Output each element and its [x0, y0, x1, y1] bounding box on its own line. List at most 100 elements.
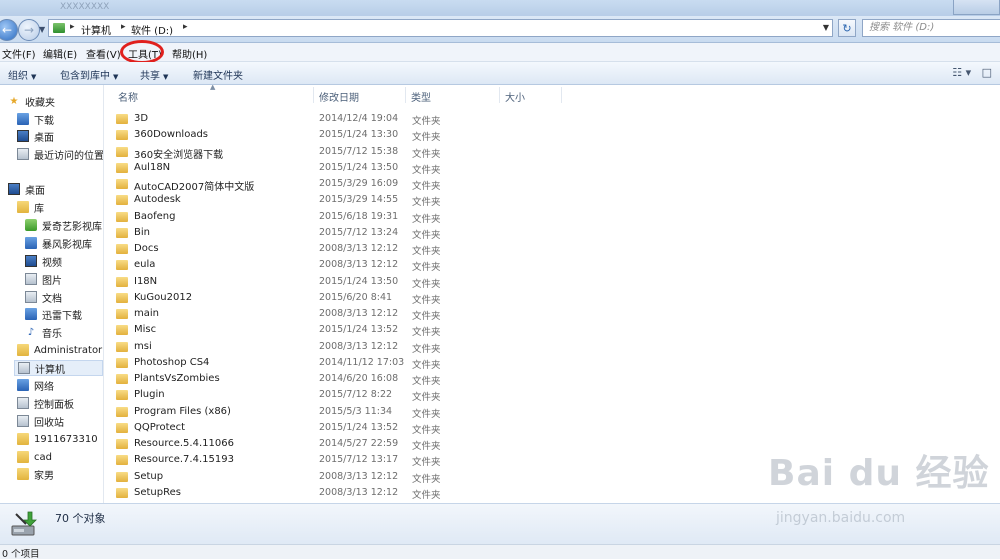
- folder-icon: [116, 162, 128, 173]
- file-row[interactable]: Program Files (x86) 2015/5/3 11:34 文件夹: [116, 404, 556, 420]
- file-row[interactable]: 360安全浏览器下载 2015/7/12 15:38 文件夹: [116, 144, 556, 161]
- nav-item-pictures[interactable]: 图片: [25, 271, 62, 287]
- file-date: 2015/1/24 13:52: [319, 324, 399, 336]
- file-date: 2008/3/13 12:12: [319, 308, 399, 319]
- file-name: Resource.7.4.15193: [134, 454, 234, 466]
- share-button[interactable]: 共享 ▼: [140, 67, 168, 82]
- file-name: AutoCAD2007简体中文版: [134, 182, 255, 193]
- file-name: Program Files (x86): [134, 405, 231, 417]
- nav-item-music[interactable]: ♪ 音乐: [25, 324, 62, 340]
- address-row: ← → ▼ ▸ 计算机 ▸ 软件 (D:) ▸ ▼ ↻ 搜索 软件 (D:): [0, 16, 1000, 43]
- back-button[interactable]: ←: [0, 19, 18, 41]
- include-in-library-label: 包含到库中: [60, 71, 110, 82]
- refresh-button[interactable]: ↻: [838, 19, 856, 37]
- recent-pages-dropdown[interactable]: ▼: [39, 25, 45, 34]
- file-row[interactable]: 3D 2014/12/4 19:04 文件夹: [116, 111, 556, 127]
- breadcrumb-separator-icon[interactable]: ▸: [121, 22, 126, 32]
- file-row[interactable]: PlantsVsZombies 2014/6/20 16:08 文件夹: [116, 371, 556, 387]
- nav-item-recent-places[interactable]: 最近访问的位置: [17, 146, 104, 162]
- file-row[interactable]: Resource.7.4.15193 2015/7/12 13:17 文件夹: [116, 452, 556, 468]
- file-row[interactable]: Resource.5.4.11066 2014/5/27 22:59 文件夹: [116, 436, 556, 452]
- search-input[interactable]: 搜索 软件 (D:): [862, 19, 1000, 37]
- file-row[interactable]: Setup 2008/3/13 12:12 文件夹: [116, 469, 556, 485]
- file-row[interactable]: Autodesk 2015/3/29 14:55 文件夹: [116, 192, 556, 208]
- column-divider[interactable]: [499, 87, 500, 103]
- nav-item-recycle-bin[interactable]: 回收站: [17, 413, 64, 429]
- menu-help[interactable]: 帮助(H): [172, 46, 207, 61]
- file-date: 2015/7/12 15:38: [319, 145, 399, 157]
- nav-item-thunder-downloads[interactable]: 迅雷下载: [25, 306, 82, 322]
- nav-item-computer[interactable]: 计算机: [14, 360, 103, 376]
- address-dropdown-icon[interactable]: ▼: [823, 23, 829, 32]
- file-row[interactable]: msi 2008/3/13 12:12 文件夹: [116, 339, 556, 355]
- nav-desktop[interactable]: 桌面: [8, 181, 45, 197]
- nav-item-folder-jianan[interactable]: 家男: [17, 466, 54, 482]
- nav-item-documents[interactable]: 文档: [25, 289, 62, 305]
- file-row[interactable]: Bin 2015/7/12 13:24 文件夹: [116, 225, 556, 241]
- address-bar[interactable]: ▸ 计算机 ▸ 软件 (D:) ▸ ▼: [48, 19, 833, 37]
- nav-favorites[interactable]: ★ 收藏夹: [8, 93, 55, 109]
- nav-item-baofeng-library[interactable]: 暴风影视库: [25, 235, 92, 251]
- breadcrumb-separator-icon[interactable]: ▸: [70, 22, 75, 32]
- forward-button[interactable]: →: [18, 19, 40, 41]
- file-row[interactable]: SetupRes 2008/3/13 12:12 文件夹: [116, 485, 556, 501]
- file-row[interactable]: Baofeng 2015/6/18 19:31 文件夹: [116, 209, 556, 225]
- organize-button[interactable]: 组织 ▼: [8, 67, 36, 82]
- file-row[interactable]: Docs 2008/3/13 12:12 文件夹: [116, 241, 556, 257]
- nav-item-iqiyi-library[interactable]: 爱奇艺影视库: [25, 217, 102, 233]
- nav-label: 爱奇艺影视库: [42, 221, 102, 233]
- file-row[interactable]: Photoshop CS4 2014/11/12 17:03 文件夹: [116, 355, 556, 371]
- column-header-type[interactable]: 类型: [411, 89, 431, 104]
- file-row[interactable]: Misc 2015/1/24 13:52 文件夹: [116, 322, 556, 338]
- nav-item-desktop-fav[interactable]: 桌面: [17, 128, 54, 144]
- new-folder-button[interactable]: 新建文件夹: [193, 67, 243, 82]
- breadcrumb-computer[interactable]: 计算机: [81, 22, 111, 37]
- file-row[interactable]: QQProtect 2015/1/24 13:52 文件夹: [116, 420, 556, 436]
- file-row[interactable]: KuGou2012 2015/6/20 8:41 文件夹: [116, 290, 556, 306]
- column-header-size[interactable]: 大小: [505, 89, 525, 104]
- folder-icon: [116, 244, 128, 254]
- drive-icon: [11, 511, 37, 536]
- nav-item-folder-1911673310[interactable]: 1911673310: [17, 431, 98, 447]
- folder-icon: [116, 390, 128, 401]
- file-date: 2014/11/12 17:03: [319, 356, 405, 368]
- file-date: 2015/5/3 11:34: [319, 405, 393, 417]
- nav-item-control-panel[interactable]: 控制面板: [17, 395, 74, 411]
- column-header-date[interactable]: 修改日期: [319, 89, 359, 104]
- nav-item-videos[interactable]: 视频: [25, 253, 62, 269]
- file-name: Misc: [134, 324, 157, 336]
- file-row[interactable]: eula 2008/3/13 12:12 文件夹: [116, 257, 556, 273]
- column-divider[interactable]: [313, 87, 314, 103]
- menu-view[interactable]: 查看(V): [86, 46, 121, 61]
- nav-libraries[interactable]: 库: [17, 199, 44, 215]
- nav-item-folder-cad[interactable]: cad: [17, 449, 52, 465]
- file-row[interactable]: Plugin 2015/7/12 8:22 文件夹: [116, 387, 556, 403]
- menu-file[interactable]: 文件(F): [2, 46, 36, 61]
- file-row[interactable]: 360Downloads 2015/1/24 13:30 文件夹: [116, 127, 556, 143]
- breadcrumb-separator-icon[interactable]: ▸: [183, 22, 188, 32]
- file-row[interactable]: I18N 2015/1/24 13:50 文件夹: [116, 274, 556, 290]
- file-name: 3D: [134, 113, 149, 124]
- watermark-line2: jingyan.baidu.com: [776, 510, 906, 526]
- nav-label: 计算机: [35, 364, 65, 376]
- column-header-name[interactable]: 名称: [118, 89, 138, 104]
- column-divider[interactable]: [405, 87, 406, 103]
- nav-item-downloads[interactable]: 下载: [17, 111, 54, 127]
- file-row[interactable]: Aul18N 2015/1/24 13:50 文件夹: [116, 160, 556, 176]
- nav-label: 收藏夹: [25, 97, 55, 109]
- view-options-icon[interactable]: ☷ ▾ □: [952, 66, 992, 79]
- nav-item-network[interactable]: 网络: [17, 377, 54, 393]
- file-type: 文件夹: [412, 181, 441, 192]
- file-date: 2015/7/12 13:24: [319, 226, 399, 238]
- window-control-buttons[interactable]: [953, 0, 1000, 15]
- file-date: 2014/12/4 19:04: [319, 113, 399, 124]
- include-in-library-button[interactable]: 包含到库中 ▼: [60, 67, 118, 82]
- nav-item-administrator[interactable]: Administrator: [17, 342, 102, 358]
- menu-edit[interactable]: 编辑(E): [43, 46, 77, 61]
- breadcrumb-drive-d[interactable]: 软件 (D:): [131, 22, 173, 37]
- file-row[interactable]: main 2008/3/13 12:12 文件夹: [116, 306, 556, 322]
- column-divider[interactable]: [561, 87, 562, 103]
- file-row[interactable]: AutoCAD2007简体中文版 2015/3/29 16:09 文件夹: [116, 176, 556, 193]
- nav-label: 最近访问的位置: [34, 150, 104, 162]
- organize-label: 组织: [8, 71, 28, 82]
